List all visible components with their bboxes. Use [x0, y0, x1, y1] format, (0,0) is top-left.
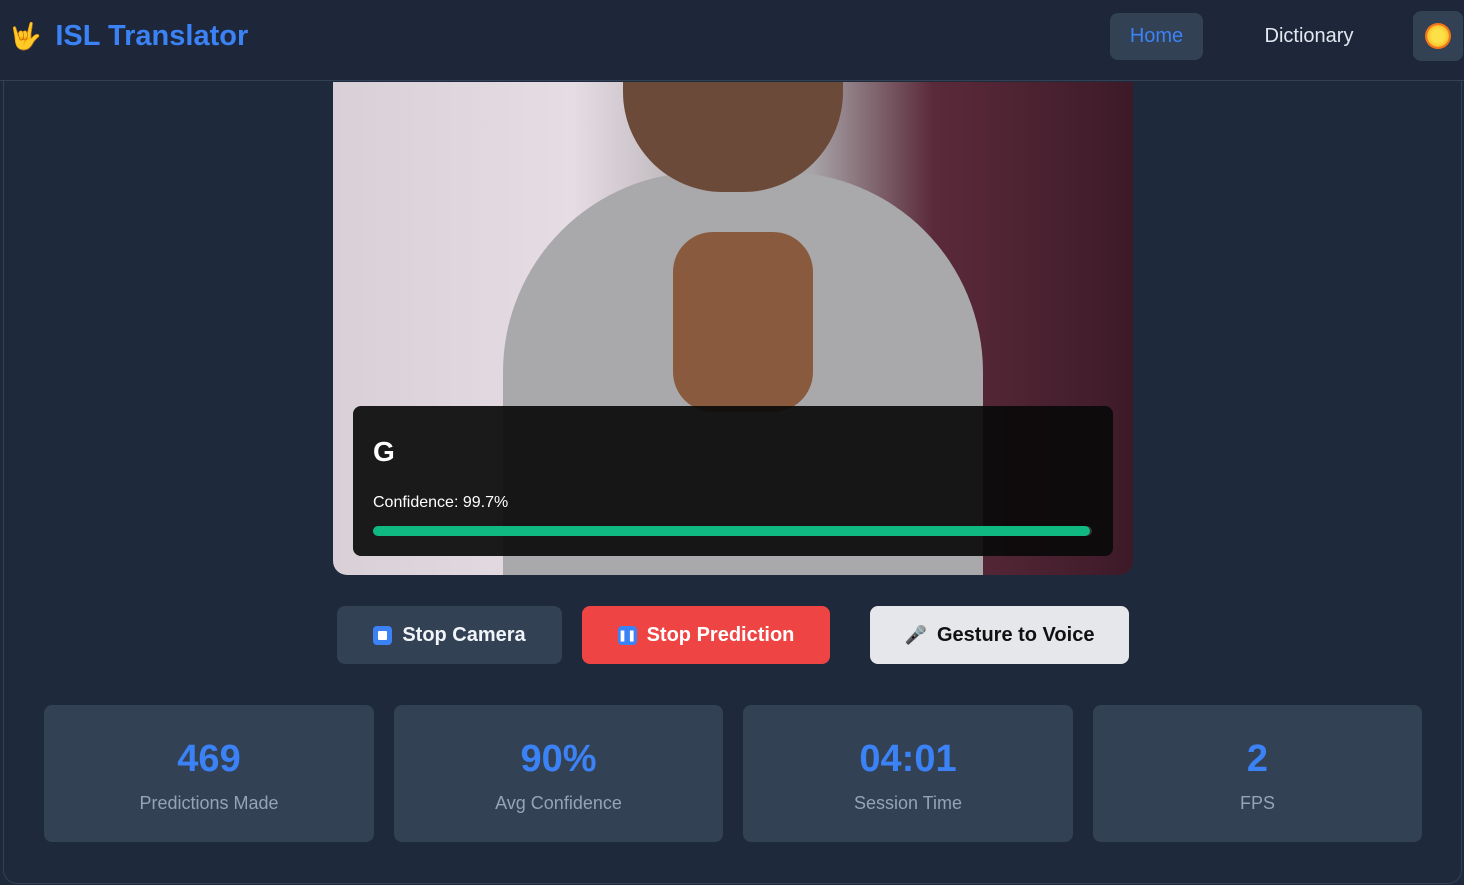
- logo[interactable]: 🤟 ISL Translator: [9, 20, 248, 53]
- pause-icon: ❚❚: [617, 625, 637, 645]
- app-title: ISL Translator: [55, 20, 249, 52]
- confidence-bar-fill: [373, 526, 1090, 536]
- stat-card-confidence: 90% Avg Confidence: [394, 705, 723, 842]
- microphone-icon: 🎤: [904, 624, 927, 645]
- stat-card-session-time: 04:01 Session Time: [743, 705, 1073, 842]
- stat-label: Predictions Made: [139, 793, 279, 813]
- stat-value: 469: [177, 738, 241, 780]
- predicted-letter: G: [373, 436, 395, 467]
- stat-label: FPS: [1239, 793, 1275, 813]
- nav-dictionary[interactable]: Dictionary: [1240, 13, 1378, 60]
- confidence-bar: [373, 526, 1092, 536]
- stat-value: 90%: [520, 738, 597, 780]
- stop-prediction-label: Stop Prediction: [646, 623, 795, 646]
- stat-value: 04:01: [859, 738, 957, 780]
- camera-feed: G Confidence: 99.7%: [333, 82, 1133, 575]
- stat-card-predictions: 469 Predictions Made: [44, 705, 374, 842]
- stat-label: Avg Confidence: [495, 793, 622, 813]
- stat-value: 2: [1246, 738, 1269, 780]
- stop-camera-label: Stop Camera: [402, 623, 526, 646]
- prediction-overlay: G Confidence: 99.7%: [353, 406, 1113, 556]
- sun-icon: [1427, 25, 1449, 47]
- gesture-to-voice-label: Gesture to Voice: [936, 623, 1095, 646]
- app-header: 🤟 ISL Translator Home Dictionary: [0, 0, 1464, 81]
- theme-toggle-button[interactable]: [1413, 11, 1463, 61]
- stat-label: Session Time: [853, 793, 963, 813]
- camera-hand: [673, 232, 813, 412]
- stat-card-fps: 2 FPS: [1093, 705, 1422, 842]
- stop-icon: [373, 625, 393, 645]
- hand-sign-icon: 🤟: [9, 21, 42, 51]
- gesture-to-voice-button[interactable]: 🎤 Gesture to Voice: [870, 606, 1129, 664]
- stop-prediction-button[interactable]: ❚❚ Stop Prediction: [582, 606, 830, 664]
- confidence-text: Confidence: 99.7%: [373, 494, 509, 511]
- nav-home[interactable]: Home: [1110, 13, 1203, 60]
- stop-camera-button[interactable]: Stop Camera: [337, 606, 562, 664]
